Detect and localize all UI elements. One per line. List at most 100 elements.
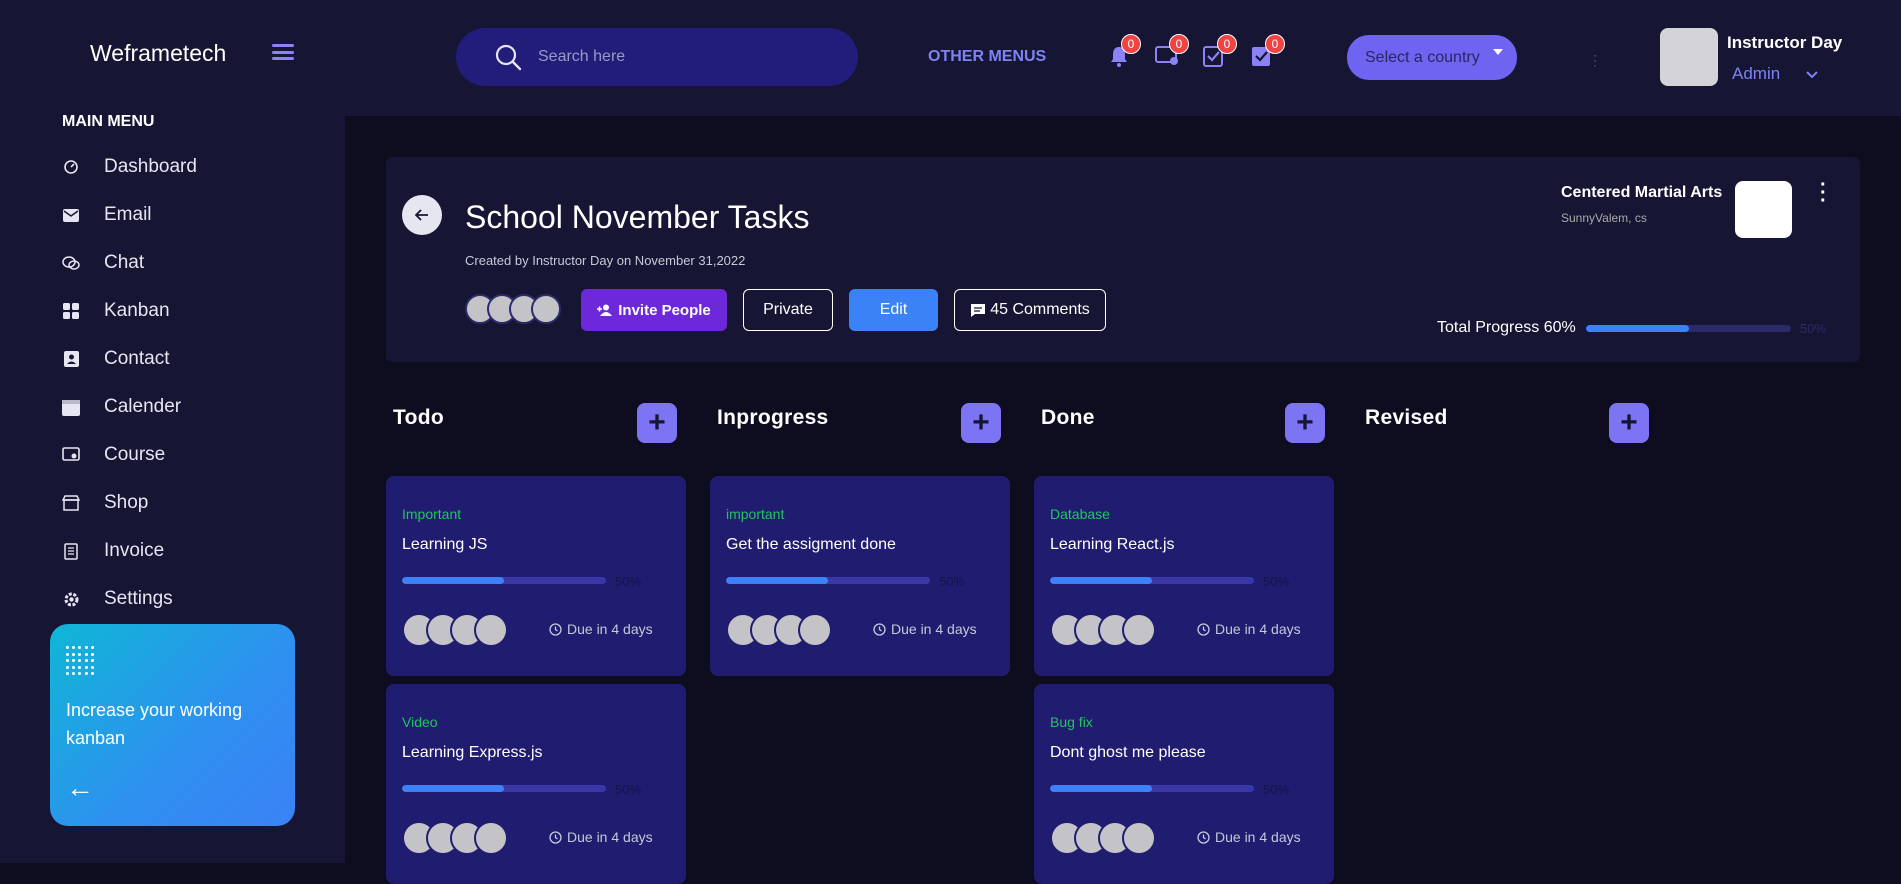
dots-grid-icon xyxy=(66,646,94,676)
card-progress-bar xyxy=(1050,785,1254,792)
project-created-info: Created by Instructor Day on November 31… xyxy=(465,253,746,268)
country-select[interactable]: Select a country xyxy=(1347,35,1517,80)
brand-logo[interactable]: Weframetech xyxy=(90,40,226,67)
messages-button[interactable]: 0 xyxy=(1155,34,1189,68)
card-title: Get the assigment done xyxy=(726,536,896,553)
add-card-button-revised[interactable]: + xyxy=(1609,403,1649,443)
user-avatar[interactable] xyxy=(1660,28,1718,86)
kanban-card[interactable]: Bug fix Dont ghost me please 50% Due in 4 d… xyxy=(1034,684,1334,884)
arrow-left-icon[interactable]: ← xyxy=(66,772,279,804)
contact-icon xyxy=(62,350,80,368)
card-progress-bar xyxy=(726,577,930,584)
card-due-text: Due in 4 days xyxy=(891,621,977,637)
add-card-button-done[interactable]: + xyxy=(1285,403,1325,443)
private-button[interactable]: Private xyxy=(743,289,833,331)
more-options-icon[interactable]: · · · xyxy=(1820,175,1827,211)
shop-icon xyxy=(62,494,80,512)
card-due-text: Due in 4 days xyxy=(1215,621,1301,637)
sidebar-item-invoice[interactable]: Invoice xyxy=(62,527,322,575)
comments-label: 45 Comments xyxy=(990,301,1090,318)
card-tag: Video xyxy=(402,714,438,730)
card-tag: Database xyxy=(1050,506,1110,522)
more-vertical-icon[interactable]: ⋮ xyxy=(1588,52,1602,69)
card-progress-value: 50% xyxy=(939,574,966,589)
calendar-icon xyxy=(62,398,80,416)
card-progress-value: 50% xyxy=(615,782,642,797)
organization-location: SunnyValem, cs xyxy=(1561,211,1647,225)
sidebar-menu: Dashboard Email Chat Kanban Contact Cale… xyxy=(62,143,322,623)
sidebar-item-label: Contact xyxy=(104,348,170,369)
column-title-todo: Todo xyxy=(393,406,444,429)
kanban-icon xyxy=(62,302,80,320)
sidebar-item-label: Course xyxy=(104,444,166,465)
sidebar-item-settings[interactable]: Settings xyxy=(62,575,322,623)
sidebar-item-contact[interactable]: Contact xyxy=(62,335,322,383)
kanban-card[interactable]: important Get the assigment done 50% Due in… xyxy=(710,476,1010,676)
sidebar-item-email[interactable]: Email xyxy=(62,191,322,239)
card-progress-bar xyxy=(402,785,606,792)
course-icon xyxy=(62,446,80,464)
hamburger-menu-icon[interactable] xyxy=(272,44,294,60)
settings-icon xyxy=(62,590,80,608)
card-avatars[interactable] xyxy=(402,613,508,647)
kanban-card[interactable]: Database Learning React.js 50% Due in 4 day… xyxy=(1034,476,1334,676)
avatar[interactable] xyxy=(798,613,832,647)
sidebar-item-label: Email xyxy=(104,204,152,225)
plus-icon: + xyxy=(1620,406,1638,439)
chevron-down-icon[interactable] xyxy=(1806,66,1818,82)
card-due-text: Due in 4 days xyxy=(567,829,653,845)
sidebar-item-shop[interactable]: Shop xyxy=(62,479,322,527)
card-tag: Important xyxy=(402,506,462,522)
invite-people-button[interactable]: Invite People xyxy=(581,289,727,331)
checklist-button[interactable]: 0 xyxy=(1251,34,1285,68)
card-avatars[interactable] xyxy=(402,821,508,855)
back-arrow-icon[interactable] xyxy=(402,195,442,235)
country-select-value: Select a country xyxy=(1365,48,1480,66)
notification-count-badge: 0 xyxy=(1217,34,1237,54)
sidebar-item-dashboard[interactable]: Dashboard xyxy=(62,143,322,191)
add-card-button-inprogress[interactable]: + xyxy=(961,403,1001,443)
notification-count-badge: 0 xyxy=(1121,34,1141,54)
notification-count-badge: 0 xyxy=(1169,34,1189,54)
kanban-card[interactable]: Video Learning Express.js 50% Due in 4 days xyxy=(386,684,686,884)
card-title: Learning JS xyxy=(402,536,488,553)
avatar[interactable] xyxy=(474,821,508,855)
card-progress-value: 50% xyxy=(1263,574,1290,589)
card-due-text: Due in 4 days xyxy=(1215,829,1301,845)
card-progress-value: 50% xyxy=(615,574,642,589)
chat-icon xyxy=(62,254,80,272)
avatar[interactable] xyxy=(1122,821,1156,855)
avatar[interactable] xyxy=(531,294,561,324)
caret-down-icon xyxy=(1493,49,1503,55)
sidebar-item-calendar[interactable]: Calender xyxy=(62,383,322,431)
other-menus-link[interactable]: OTHER MENUS xyxy=(928,48,1046,66)
plus-icon: + xyxy=(972,406,990,439)
sidebar-item-chat[interactable]: Chat xyxy=(62,239,322,287)
column-title-done: Done xyxy=(1041,406,1095,429)
sidebar-item-label: Dashboard xyxy=(104,156,197,177)
kanban-card[interactable]: Important Learning JS 50% Due in 4 days xyxy=(386,476,686,676)
sidebar-item-course[interactable]: Course xyxy=(62,431,322,479)
notification-bell-button[interactable]: 0 xyxy=(1107,34,1141,68)
invoice-icon xyxy=(62,542,80,560)
sidebar-item-label: Shop xyxy=(104,492,149,513)
card-due: Due in 4 days xyxy=(873,621,977,637)
card-progress-value: 50% xyxy=(1263,782,1290,797)
card-avatars[interactable] xyxy=(726,613,832,647)
clock-icon xyxy=(1197,830,1210,844)
comments-button[interactable]: 45 Comments xyxy=(954,289,1106,331)
sidebar-item-kanban[interactable]: Kanban xyxy=(62,287,322,335)
member-avatars[interactable] xyxy=(465,294,561,324)
card-avatars[interactable] xyxy=(1050,821,1156,855)
promo-card: Increase your working kanban ← xyxy=(50,624,295,826)
search-input[interactable] xyxy=(538,48,838,66)
user-role-dropdown[interactable]: Admin xyxy=(1732,64,1780,84)
search-bar[interactable] xyxy=(456,28,858,86)
card-due: Due in 4 days xyxy=(1197,621,1301,637)
edit-button[interactable]: Edit xyxy=(849,289,938,331)
avatar[interactable] xyxy=(474,613,508,647)
avatar[interactable] xyxy=(1122,613,1156,647)
add-card-button-todo[interactable]: + xyxy=(637,403,677,443)
tasks-button[interactable]: 0 xyxy=(1203,34,1237,68)
card-avatars[interactable] xyxy=(1050,613,1156,647)
